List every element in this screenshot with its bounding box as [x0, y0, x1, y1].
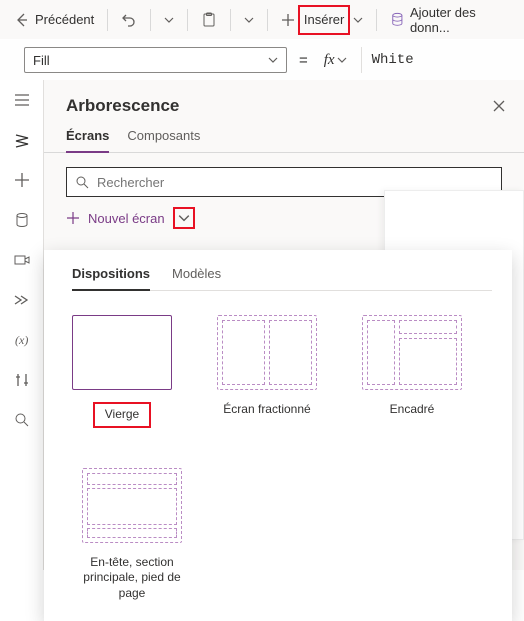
template-label-header: En-tête, section principale, pied de pag… [72, 555, 192, 602]
divider [187, 9, 188, 31]
tree-view-panel: Arborescence Écrans Composants Nouvel éc… [44, 80, 524, 570]
template-sidebar[interactable]: Encadré [362, 315, 462, 428]
layout-templates: Vierge Écran fractionné Encadré [72, 291, 492, 601]
chevron-down-icon [164, 15, 174, 25]
add-data-button[interactable]: Ajouter des donn... [384, 1, 516, 39]
search-icon [75, 175, 89, 189]
property-selector[interactable]: Fill [24, 47, 287, 73]
plus-icon [66, 211, 80, 225]
template-header[interactable]: En-tête, section principale, pied de pag… [72, 468, 192, 602]
paste-dropdown[interactable] [238, 11, 260, 29]
plus-icon [281, 13, 295, 27]
undo-button[interactable] [115, 8, 143, 32]
database-icon [390, 12, 405, 28]
new-screen-label: Nouvel écran [88, 211, 165, 226]
divider [230, 9, 231, 31]
undo-icon [121, 12, 137, 28]
insert-label: Insérer [304, 12, 344, 27]
equals-sign: = [297, 52, 310, 69]
search-icon[interactable] [12, 410, 32, 430]
tree-title: Arborescence [66, 96, 179, 116]
insert-highlight: Insérer [298, 5, 350, 35]
template-split[interactable]: Écran fractionné [217, 315, 317, 428]
template-blank[interactable]: Vierge [72, 315, 172, 428]
tab-screens[interactable]: Écrans [66, 128, 109, 153]
main-area: (x) Arborescence Écrans Composants [0, 80, 524, 570]
tools-icon[interactable] [12, 370, 32, 390]
dropdown-tabs: Dispositions Modèles [72, 266, 492, 291]
formula-value[interactable]: White [361, 47, 510, 73]
tab-templates[interactable]: Modèles [172, 266, 221, 290]
insert-icon[interactable] [12, 170, 32, 190]
divider [150, 9, 151, 31]
back-label: Précédent [35, 12, 94, 27]
tab-components[interactable]: Composants [127, 128, 200, 152]
divider [376, 9, 377, 31]
variables-icon[interactable]: (x) [12, 330, 32, 350]
power-automate-icon[interactable] [12, 290, 32, 310]
add-data-label: Ajouter des donn... [410, 5, 510, 35]
back-button[interactable]: Précédent [8, 8, 100, 32]
formula-bar: Fill = fx White [0, 40, 524, 80]
property-name: Fill [33, 53, 50, 68]
undo-dropdown[interactable] [158, 11, 180, 29]
clipboard-icon [201, 12, 217, 28]
left-rail: (x) [0, 80, 44, 570]
paste-button[interactable] [195, 8, 223, 32]
tree-view-icon[interactable] [12, 130, 32, 150]
chevron-down-icon [268, 55, 278, 65]
top-command-bar: Précédent Insérer [0, 0, 524, 40]
new-screen-dropdown: Dispositions Modèles Vierge Écran fracti… [44, 250, 512, 621]
thumb-header [82, 468, 182, 543]
arrow-left-icon [14, 12, 30, 28]
tree-tabs: Écrans Composants [44, 122, 524, 153]
thumb-blank [72, 315, 172, 390]
chevron-down-icon [353, 15, 363, 25]
fx-label: fx [324, 52, 335, 69]
data-icon[interactable] [12, 210, 32, 230]
divider [267, 9, 268, 31]
thumb-sidebar [362, 315, 462, 390]
thumb-split [217, 315, 317, 390]
template-label-sidebar: Encadré [390, 402, 435, 418]
chevron-down-icon [244, 15, 254, 25]
svg-text:(x): (x) [15, 333, 28, 347]
divider [107, 9, 108, 31]
new-screen-dropdown-highlight[interactable] [173, 207, 195, 229]
tab-layouts[interactable]: Dispositions [72, 266, 150, 291]
search-input[interactable] [97, 175, 493, 190]
template-label-blank: Vierge [93, 402, 151, 428]
fx-button[interactable]: fx [320, 52, 351, 69]
media-icon[interactable] [12, 250, 32, 270]
insert-button-group[interactable]: Insérer [275, 1, 369, 39]
template-label-split: Écran fractionné [223, 402, 310, 418]
close-icon[interactable] [492, 99, 506, 113]
hamburger-icon[interactable] [12, 90, 32, 110]
chevron-down-icon [337, 55, 347, 65]
